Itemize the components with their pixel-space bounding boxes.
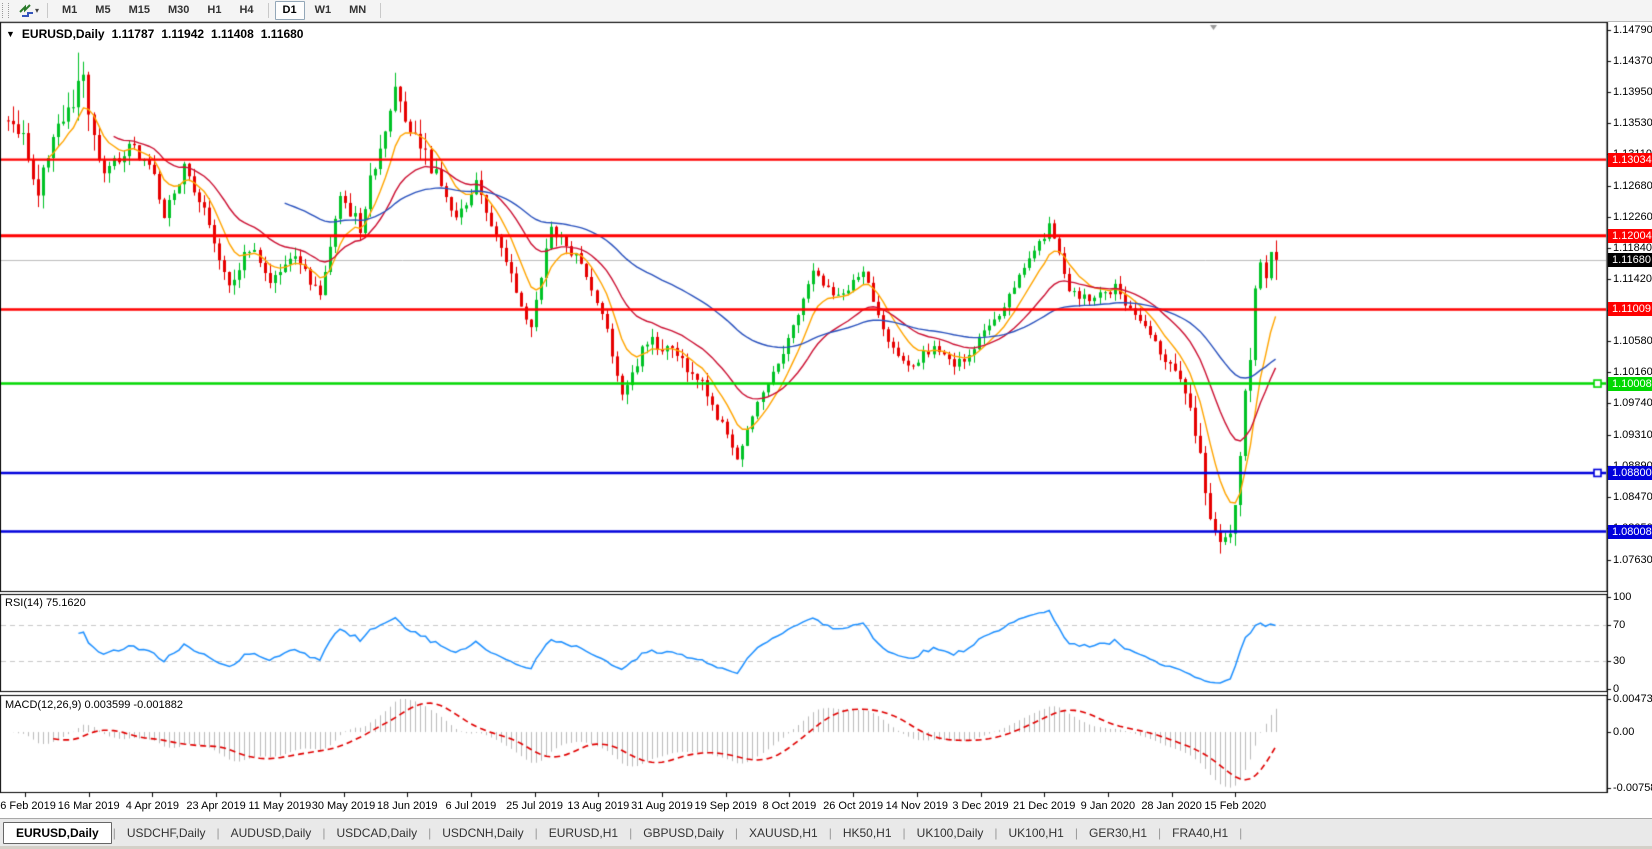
price-level-badge[interactable]: 1.08800 xyxy=(1608,466,1652,480)
date-axis-label: 28 Jan 2020 xyxy=(1141,800,1202,812)
tab-divider: | xyxy=(322,826,325,840)
tab-divider: | xyxy=(629,826,632,840)
tab-divider: | xyxy=(217,826,220,840)
toolbar-grip[interactable] xyxy=(2,3,9,18)
price-axis-tick: 1.08470 xyxy=(1613,491,1652,503)
chart-symbols-icon xyxy=(19,4,34,17)
timeframe-button-m30[interactable]: M30 xyxy=(160,1,197,20)
tab-divider: | xyxy=(1158,826,1161,840)
chart-tab-fra40-h1[interactable]: FRA40,H1 xyxy=(1162,822,1238,844)
chart-tab-gbpusd-daily[interactable]: GBPUSD,Daily xyxy=(633,822,734,844)
chart-tab-hk50-h1[interactable]: HK50,H1 xyxy=(833,822,902,844)
rsi-indicator-label: RSI(14) 75.1620 xyxy=(5,597,86,609)
price-level-badge[interactable]: 1.11009 xyxy=(1608,302,1652,316)
chart-tab-usdcad-daily[interactable]: USDCAD,Daily xyxy=(326,822,427,844)
date-axis-label: 19 Sep 2019 xyxy=(694,800,756,812)
price-axis-tick: 1.12260 xyxy=(1613,211,1652,223)
price-axis-tick: 1.14790 xyxy=(1613,24,1652,36)
chart-window-title: ▼ EURUSD,Daily 1.11787 1.11942 1.11408 1… xyxy=(6,27,303,41)
chart-tab-audusd-daily[interactable]: AUDUSD,Daily xyxy=(221,822,322,844)
ohlc-low: 1.11408 xyxy=(211,27,254,41)
chart-tab-uk100-daily[interactable]: UK100,Daily xyxy=(907,822,994,844)
date-axis-label: 14 Nov 2019 xyxy=(886,800,948,812)
symbols-chart-icon-button[interactable]: ▾ xyxy=(16,3,42,18)
date-axis-label: 16 Mar 2019 xyxy=(58,800,120,812)
timeframe-toolbar: ▾ M1M5M15M30H1H4 D1W1MN xyxy=(0,0,1652,22)
price-axis-tick: 1.13950 xyxy=(1613,86,1652,98)
rsi-axis-tick: 30 xyxy=(1613,655,1625,667)
price-axis-tick: 1.13530 xyxy=(1613,117,1652,129)
tab-divider: | xyxy=(994,826,997,840)
macd-axis-tick: 0.004738 xyxy=(1613,693,1652,705)
date-axis-label: 15 Feb 2020 xyxy=(1204,800,1266,812)
chart-tab-eurusd-daily[interactable]: EURUSD,Daily xyxy=(3,822,112,844)
tab-divider: | xyxy=(1239,826,1242,840)
date-axis-label: 26 Feb 2019 xyxy=(0,800,56,812)
tab-divider: | xyxy=(1075,826,1078,840)
timeframe-button-mn[interactable]: MN xyxy=(341,1,374,20)
chart-tab-usdcnh-daily[interactable]: USDCNH,Daily xyxy=(432,822,533,844)
rsi-axis-tick: 100 xyxy=(1613,591,1631,603)
collapse-icon[interactable]: ▼ xyxy=(6,29,15,39)
tab-divider: | xyxy=(829,826,832,840)
chart-tab-ger30-h1[interactable]: GER30,H1 xyxy=(1079,822,1157,844)
rsi-axis-tick: 70 xyxy=(1613,619,1625,631)
chart-symbol-label: EURUSD,Daily xyxy=(22,27,105,41)
timeframe-button-h1[interactable]: H1 xyxy=(199,1,229,20)
macd-axis-tick: 0.00 xyxy=(1613,726,1634,738)
date-axis-label: 21 Dec 2019 xyxy=(1013,800,1075,812)
date-axis-label: 13 Aug 2019 xyxy=(567,800,629,812)
chart-tab-eurusd-h1[interactable]: EURUSD,H1 xyxy=(539,822,628,844)
price-level-badge[interactable]: 1.08008 xyxy=(1608,525,1652,539)
chart-canvas[interactable] xyxy=(0,0,1652,849)
ohlc-open: 1.11787 xyxy=(112,27,155,41)
toolbar-separator xyxy=(268,3,269,18)
price-axis-tick: 1.09740 xyxy=(1613,397,1652,409)
tab-divider: | xyxy=(903,826,906,840)
date-axis-label: 6 Jul 2019 xyxy=(446,800,497,812)
date-axis-label: 25 Jul 2019 xyxy=(506,800,563,812)
timeframe-button-m15[interactable]: M15 xyxy=(121,1,158,20)
tab-divider: | xyxy=(735,826,738,840)
date-axis-label: 26 Oct 2019 xyxy=(823,800,883,812)
date-axis-label: 9 Jan 2020 xyxy=(1081,800,1135,812)
timeframe-button-m1[interactable]: M1 xyxy=(54,1,85,20)
toolbar-separator xyxy=(380,3,381,18)
price-axis-tick: 1.11420 xyxy=(1613,273,1652,285)
date-axis-label: 3 Dec 2019 xyxy=(952,800,1008,812)
price-axis-tick: 1.12680 xyxy=(1613,180,1652,192)
date-axis-label: 23 Apr 2019 xyxy=(186,800,245,812)
tab-divider: | xyxy=(428,826,431,840)
ohlc-high: 1.11942 xyxy=(161,27,204,41)
chart-tab-xauusd-h1[interactable]: XAUUSD,H1 xyxy=(739,822,828,844)
date-axis-label: 30 May 2019 xyxy=(312,800,376,812)
ohlc-close: 1.11680 xyxy=(261,27,304,41)
chart-tab-usdchf-daily[interactable]: USDCHF,Daily xyxy=(117,822,216,844)
timeframe-button-w1[interactable]: W1 xyxy=(307,1,340,20)
chart-tab-uk100-h1[interactable]: UK100,H1 xyxy=(998,822,1073,844)
tab-divider: | xyxy=(113,826,116,840)
chevron-down-icon: ▾ xyxy=(35,7,39,15)
price-axis-tick: 1.10580 xyxy=(1613,335,1652,347)
timeframe-button-h4[interactable]: H4 xyxy=(231,1,261,20)
current-price-badge: 1.11680 xyxy=(1608,253,1652,267)
price-level-badge[interactable]: 1.10008 xyxy=(1608,377,1652,391)
price-level-badge[interactable]: 1.12004 xyxy=(1608,229,1652,243)
tab-divider: | xyxy=(535,826,538,840)
chart-tab-bar: EURUSD,Daily|USDCHF,Daily|AUDUSD,Daily|U… xyxy=(0,818,1652,847)
date-axis-label: 18 Jun 2019 xyxy=(377,800,438,812)
date-axis-label: 11 May 2019 xyxy=(248,800,311,812)
timeframe-button-m5[interactable]: M5 xyxy=(87,1,118,20)
price-axis-tick: 1.14370 xyxy=(1613,55,1652,67)
toolbar-separator xyxy=(47,3,48,18)
price-axis-tick: 1.07630 xyxy=(1613,554,1652,566)
timeframe-button-d1[interactable]: D1 xyxy=(275,1,305,20)
price-level-badge[interactable]: 1.13034 xyxy=(1608,153,1652,167)
macd-indicator-label: MACD(12,26,9) 0.003599 -0.001882 xyxy=(5,699,183,711)
macd-axis-tick: -0.007584 xyxy=(1613,782,1652,794)
date-axis-label: 8 Oct 2019 xyxy=(762,800,816,812)
date-axis-label: 4 Apr 2019 xyxy=(126,800,179,812)
date-axis-label: 31 Aug 2019 xyxy=(631,800,693,812)
price-axis-tick: 1.09310 xyxy=(1613,429,1652,441)
